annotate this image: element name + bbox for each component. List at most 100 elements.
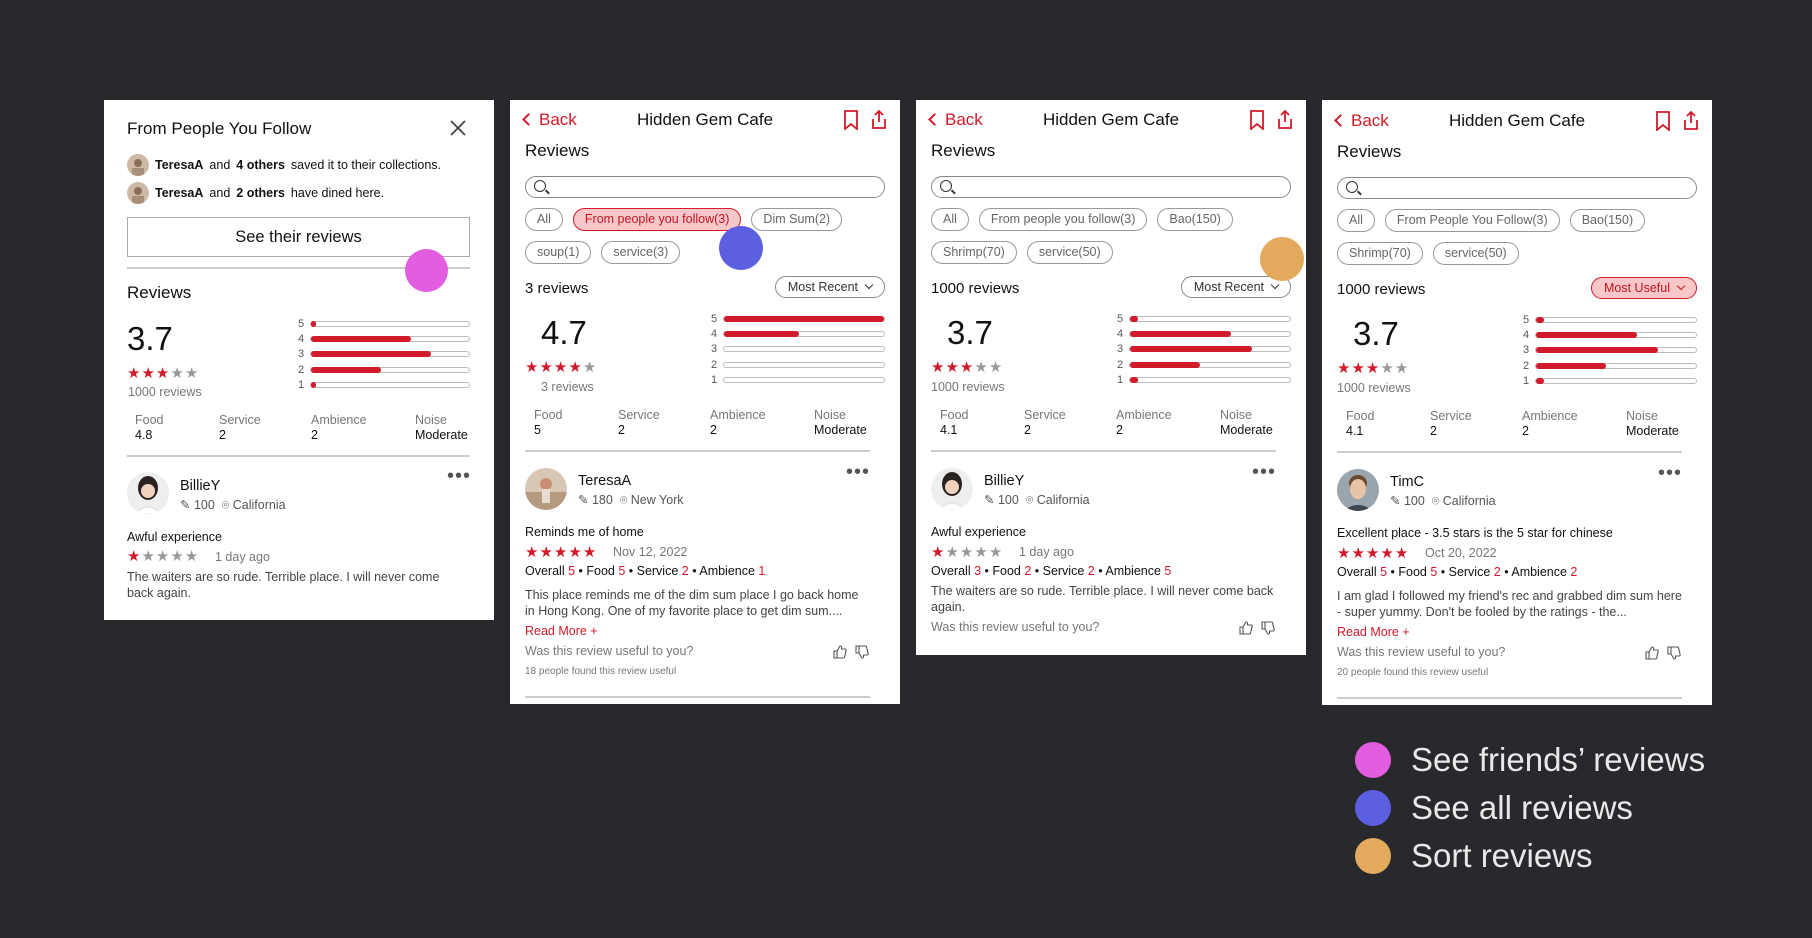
- others-count[interactable]: 2 others: [236, 186, 285, 200]
- avatar[interactable]: [931, 468, 973, 510]
- share-icon[interactable]: [1276, 110, 1294, 130]
- filter-chip[interactable]: From people you follow(3): [572, 208, 742, 231]
- thumbs-down-icon[interactable]: [1261, 621, 1275, 635]
- thumbs-up-icon[interactable]: [1239, 621, 1253, 635]
- divider: [931, 450, 1276, 452]
- thumbs-down-icon[interactable]: [855, 645, 869, 659]
- star-filled-icon: ★: [568, 359, 583, 376]
- close-icon[interactable]: [450, 120, 466, 136]
- rating-stars: ★★★★★: [525, 358, 597, 376]
- more-options-icon[interactable]: •••: [1252, 462, 1276, 482]
- others-count[interactable]: 4 others: [236, 158, 285, 172]
- rating-bar-label: 4: [1523, 328, 1530, 341]
- filter-chip[interactable]: All: [931, 208, 969, 231]
- header-actions: [842, 110, 888, 130]
- thumbs-down-icon[interactable]: [1667, 646, 1681, 660]
- star-filled-icon: ★: [1365, 360, 1381, 377]
- avatar[interactable]: [525, 468, 567, 510]
- star-empty-icon: ★: [959, 544, 975, 561]
- filter-chip[interactable]: soup(1): [525, 241, 592, 264]
- rating-bar-row: 5: [711, 311, 885, 326]
- filter-chip[interactable]: All: [1337, 209, 1375, 232]
- star-filled-icon: ★: [141, 365, 156, 382]
- bookmark-icon[interactable]: [1654, 111, 1672, 131]
- category-scores: Food 5 Service 2 Ambience 2 Noise Moderate: [534, 408, 884, 437]
- filter-chip[interactable]: service(50): [1432, 242, 1519, 265]
- filter-chip[interactable]: service(50): [1026, 241, 1113, 264]
- search-input[interactable]: [525, 176, 885, 198]
- rating-bar-row: 5: [1117, 311, 1291, 326]
- review-title: Excellent place - 3.5 stars is the 5 sta…: [1337, 526, 1613, 540]
- reviewer-name[interactable]: BillieY: [984, 473, 1024, 489]
- more-options-icon[interactable]: •••: [447, 466, 471, 486]
- more-options-icon[interactable]: •••: [1658, 463, 1682, 483]
- filter-chip[interactable]: Shrimp(70): [1337, 242, 1423, 265]
- saved-line: TeresaA and 4 others saved it to their c…: [127, 154, 441, 176]
- filter-chip[interactable]: From People You Follow(3): [1384, 209, 1560, 232]
- review-scores: Overall 5 • Food 5 • Service 2 • Ambienc…: [525, 564, 765, 578]
- rating-bar-track: [723, 346, 885, 353]
- filter-chip[interactable]: Bao(150): [1157, 208, 1233, 231]
- rating-bar-row: 1: [1523, 373, 1697, 388]
- category-value: Moderate: [1220, 423, 1273, 437]
- star-empty-icon: ★: [974, 544, 989, 561]
- legend-swatch: [1355, 790, 1391, 826]
- reviewer-meta: ✎ 100 ⌾ California: [1390, 493, 1496, 509]
- rating-bar-fill: [1536, 362, 1607, 369]
- rating-bar-fill: [1536, 331, 1637, 338]
- read-more-link[interactable]: Read More +: [525, 624, 598, 638]
- follower-name[interactable]: TeresaA: [155, 158, 203, 172]
- read-more-link[interactable]: Read More +: [1337, 625, 1410, 639]
- avatar[interactable]: [1337, 469, 1379, 511]
- filter-chip[interactable]: Dim Sum(2): [751, 208, 843, 231]
- more-options-icon[interactable]: •••: [846, 462, 870, 482]
- category-name: Service: [1024, 408, 1066, 422]
- follower-name[interactable]: TeresaA: [155, 186, 203, 200]
- thumbs-up-icon[interactable]: [1645, 646, 1659, 660]
- score-value: 2: [1087, 564, 1095, 578]
- sort-dropdown[interactable]: Most Useful: [1591, 277, 1697, 299]
- bookmark-icon[interactable]: [1248, 110, 1266, 130]
- search-input[interactable]: [1337, 177, 1697, 199]
- avatar[interactable]: [127, 472, 169, 514]
- thumbs-up-icon[interactable]: [833, 645, 847, 659]
- filter-chip[interactable]: service(3): [601, 241, 681, 264]
- filter-chips: All From People You Follow(3) Bao(150) Shri…: [1337, 209, 1702, 265]
- review-total: 100: [1403, 494, 1425, 508]
- chevron-down-icon: [1676, 281, 1686, 291]
- search-input[interactable]: [931, 176, 1291, 198]
- star-filled-icon: ★: [959, 359, 975, 376]
- chevron-down-icon: [864, 280, 874, 290]
- rating-bar-label: 2: [1117, 358, 1124, 371]
- share-icon[interactable]: [1682, 111, 1700, 131]
- rating-bar-fill: [724, 330, 800, 337]
- divider: [1337, 451, 1682, 453]
- category-name: Food: [534, 408, 563, 422]
- separator: •: [981, 564, 993, 578]
- useful-count: 18 people found this review useful: [525, 666, 677, 677]
- review-body: I am glad I followed my friend's rec and…: [1337, 589, 1682, 619]
- filter-chip[interactable]: Bao(150): [1569, 209, 1646, 232]
- rating-bar-fill: [724, 315, 884, 322]
- filter-chip[interactable]: From people you follow(3): [978, 208, 1148, 231]
- bookmark-icon[interactable]: [842, 110, 860, 130]
- header: Back Hidden Gem Cafe: [916, 108, 1306, 132]
- rating-value: 3.7: [947, 314, 993, 351]
- review-count-label: 3 reviews: [525, 280, 589, 297]
- sort-dropdown[interactable]: Most Recent: [774, 276, 885, 298]
- and-text: and: [209, 158, 231, 172]
- reviewer-name[interactable]: BillieY: [180, 478, 220, 494]
- edit-icon: ✎: [984, 493, 998, 507]
- legend-label: See all reviews: [1411, 789, 1633, 826]
- filter-chip[interactable]: All: [525, 208, 563, 231]
- filter-chip[interactable]: Shrimp(70): [931, 241, 1017, 264]
- rating-bar-label: 4: [1117, 327, 1124, 340]
- all-reviews-panel: Back Hidden Gem Cafe Reviews All From peo…: [916, 100, 1306, 655]
- reviewer-name[interactable]: TimC: [1390, 474, 1424, 490]
- share-icon[interactable]: [870, 110, 888, 130]
- review-total: 180: [591, 493, 613, 507]
- rating-bar-label: 5: [1117, 312, 1124, 325]
- star-empty-icon: ★: [1394, 360, 1410, 377]
- reviewer-name[interactable]: TeresaA: [578, 473, 631, 489]
- rating-bars: 5 4 3 2 1: [298, 316, 470, 392]
